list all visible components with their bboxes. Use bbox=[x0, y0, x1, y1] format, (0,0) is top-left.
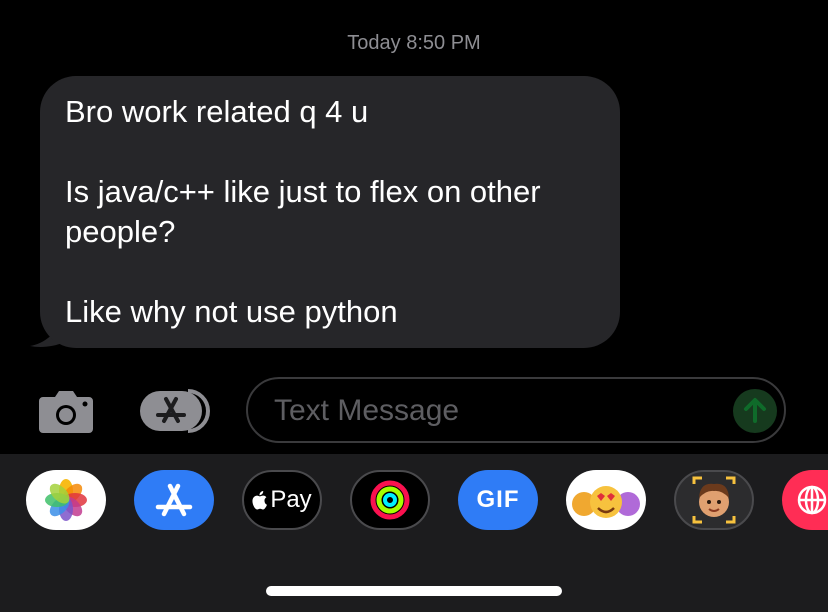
app-store-icon bbox=[140, 389, 210, 433]
message-line: people? bbox=[65, 214, 176, 249]
fitness-app-button[interactable] bbox=[350, 470, 430, 530]
animoji-app-button[interactable] bbox=[566, 470, 646, 530]
apple-pay-app-button[interactable]: Pay bbox=[242, 470, 322, 530]
photos-icon bbox=[45, 479, 87, 521]
apple-pay-icon: Pay bbox=[244, 472, 320, 528]
memoji-icon bbox=[692, 476, 736, 524]
app-store-icon bbox=[155, 483, 193, 517]
camera-icon bbox=[39, 391, 93, 433]
apple-logo-icon bbox=[252, 491, 268, 510]
animoji-icon bbox=[572, 486, 640, 518]
web-app-button[interactable] bbox=[782, 470, 828, 530]
message-line: Is java/c++ like just to flex on other bbox=[65, 174, 541, 209]
gif-icon: GIF bbox=[476, 486, 520, 513]
message-input-placeholder: Text Message bbox=[274, 394, 460, 427]
send-button[interactable] bbox=[733, 389, 777, 433]
message-line: Bro work related q 4 u bbox=[65, 94, 369, 129]
globe-icon bbox=[797, 485, 827, 515]
memoji-app-button[interactable] bbox=[674, 470, 754, 530]
app-drawer-button[interactable] bbox=[140, 387, 214, 435]
photos-app-button[interactable] bbox=[26, 470, 106, 530]
apple-pay-label: Pay bbox=[270, 486, 312, 513]
timestamp: Today 8:50 PM bbox=[347, 32, 481, 54]
send-arrow-icon bbox=[744, 398, 766, 423]
message-input-field[interactable]: Text Message bbox=[246, 377, 786, 443]
gif-app-button[interactable]: GIF bbox=[458, 470, 538, 530]
message-line: Like why not use python bbox=[65, 294, 398, 329]
app-drawer: Pay GIF bbox=[0, 454, 828, 612]
incoming-message-bubble[interactable]: Bro work related q 4 u Is java/c++ like … bbox=[40, 76, 620, 348]
home-indicator[interactable] bbox=[266, 586, 562, 596]
camera-button[interactable] bbox=[37, 387, 95, 435]
app-store-app-button[interactable] bbox=[134, 470, 214, 530]
activity-rings-icon bbox=[370, 480, 410, 520]
